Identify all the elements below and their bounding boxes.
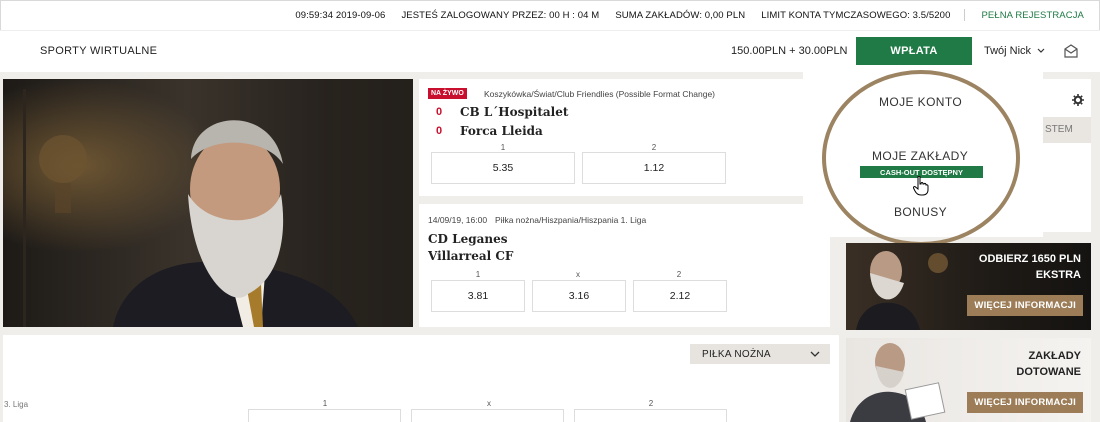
inbox-icon[interactable] — [1063, 43, 1079, 59]
event-datetime: 14/09/19, 16:00 — [428, 215, 488, 225]
promo-banner[interactable]: ZAKŁADY DOTOWANE WIĘCEJ INFORMACJI — [846, 338, 1091, 422]
chevron-down-icon — [810, 351, 820, 357]
promo-banner[interactable]: ODBIERZ 1650 PLN EKSTRA WIĘCEJ INFORMACJ… — [846, 243, 1091, 330]
team1-name: CD Leganes — [428, 232, 508, 246]
score-team1: 0 — [436, 106, 443, 118]
hero-banner-image[interactable] — [3, 79, 413, 327]
gear-icon[interactable] — [1072, 94, 1084, 106]
team1-name: CB L´Hospitalet — [460, 105, 569, 119]
team2-name: Forca Lleida — [460, 124, 543, 138]
promo-illustration — [856, 251, 948, 330]
outcome-label: 1 — [475, 270, 481, 279]
event-category: Koszykówka/Świat/Club Friendlies (Possib… — [484, 89, 716, 99]
deposit-button[interactable]: WPŁATA — [856, 37, 972, 65]
more-info-button[interactable]: WIĘCEJ INFORMACJI — [967, 295, 1083, 316]
sport-select[interactable]: PIŁKA NOŻNA — [690, 344, 830, 364]
outcome-label: 2 — [651, 143, 657, 152]
odd-cell[interactable] — [574, 409, 727, 422]
promo-title: ODBIERZ 1650 PLN EKSTRA — [979, 251, 1081, 283]
highlight-circle — [822, 70, 1020, 246]
user-menu-toggle[interactable]: Twój Nick — [984, 45, 1045, 57]
promo-title-line: DOTOWANE — [1016, 366, 1081, 378]
session-time: 09:59:34 2019-09-06 — [295, 9, 386, 21]
events-list: PIŁKA NOŻNA 3. Liga 1 x 2 — [3, 335, 839, 422]
outcome-label: 1 — [500, 143, 506, 152]
nav-virtual-sports[interactable]: SPORTY WIRTUALNE — [40, 45, 157, 57]
account-limit: LIMIT KONTA TYMCZASOWEGO: 3.5/5200 — [761, 9, 951, 21]
promo-title-line: ODBIERZ 1650 PLN — [978, 253, 1081, 265]
odd-button[interactable]: 1.12 — [582, 152, 726, 184]
promo-illustration — [850, 343, 946, 422]
column-header: 1 — [322, 399, 328, 408]
column-header: 2 — [648, 399, 654, 408]
separator — [964, 9, 966, 21]
live-badge: NA ŻYWO — [428, 88, 467, 99]
hand-cursor-icon — [913, 176, 929, 196]
promo-title: ZAKŁADY DOTOWANE — [1016, 348, 1081, 380]
promo-title-line: ZAKŁADY — [1028, 350, 1081, 362]
logged-in-duration: JESTEŚ ZALOGOWANY PRZEZ: 00 H : 04 M — [401, 9, 600, 21]
user-nick: Twój Nick — [984, 45, 1032, 57]
odd-button[interactable]: 2.12 — [633, 280, 727, 312]
team2-name: Villarreal CF — [428, 249, 514, 263]
outcome-label: x — [576, 270, 580, 279]
live-event-card[interactable]: NA ŻYWO Koszykówka/Świat/Club Friendlies… — [419, 79, 830, 196]
odd-button[interactable]: 5.35 — [431, 152, 575, 184]
chevron-down-icon — [1037, 48, 1045, 53]
panel-tab[interactable]: STEM — [1043, 117, 1091, 143]
odd-button[interactable]: 3.81 — [431, 280, 525, 312]
full-registration-link[interactable]: PEŁNA REJESTRACJA — [981, 10, 1084, 21]
main-header: SPORTY WIRTUALNE 150.00PLN + 30.00PLN WP… — [0, 30, 1100, 72]
odd-cell[interactable] — [411, 409, 564, 422]
odd-cell[interactable] — [248, 409, 401, 422]
top-info-bar: 09:59:34 2019-09-06 JESTEŚ ZALOGOWANY PR… — [0, 0, 1100, 30]
column-header: x — [487, 399, 491, 408]
upcoming-event-card[interactable]: 14/09/19, 16:00 Piłka nożna/Hiszpania/Hi… — [419, 204, 830, 327]
more-info-button[interactable]: WIĘCEJ INFORMACJI — [967, 392, 1083, 413]
hero-illustration — [3, 79, 413, 327]
sport-select-value: PIŁKA NOŻNA — [702, 348, 771, 360]
odd-button[interactable]: 3.16 — [532, 280, 626, 312]
account-balance: 150.00PLN + 30.00PLN — [731, 45, 848, 57]
betslip-panel: STEM — [1043, 79, 1091, 232]
promo-title-line: EKSTRA — [1035, 269, 1081, 281]
event-category: Piłka nożna/Hiszpania/Hiszpania 1. Liga — [495, 215, 647, 225]
outcome-label: 2 — [676, 270, 682, 279]
bets-sum: SUMA ZAKŁADÓW: 0,00 PLN — [615, 9, 746, 21]
league-label: 3. Liga — [4, 400, 29, 409]
score-team2: 0 — [436, 125, 443, 137]
